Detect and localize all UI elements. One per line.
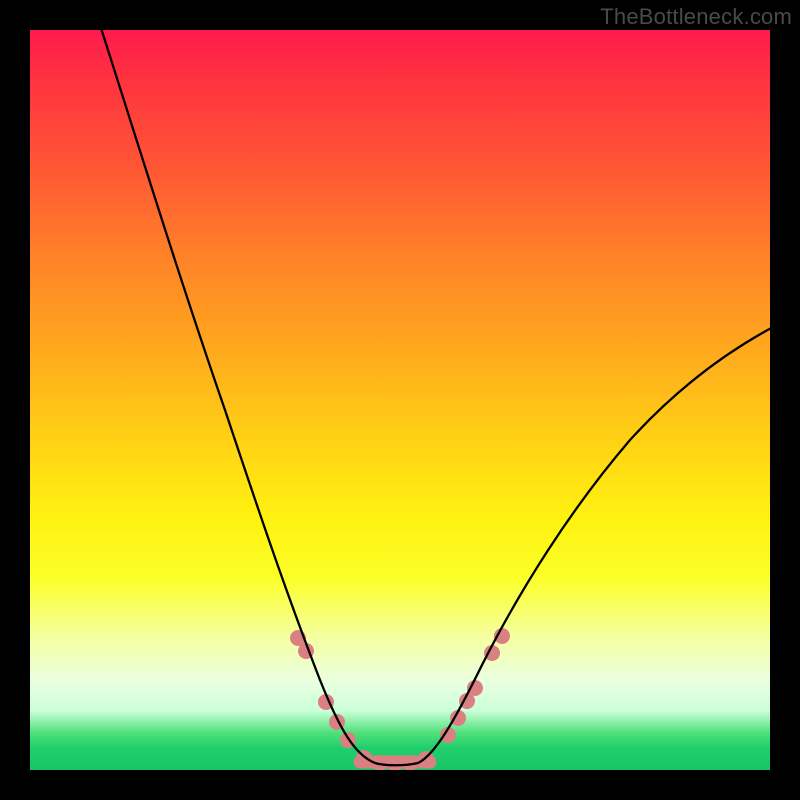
plot-area (30, 30, 770, 770)
curve-layer (30, 30, 770, 770)
watermark-text: TheBottleneck.com (600, 4, 792, 30)
chart-frame: TheBottleneck.com (0, 0, 800, 800)
left-curve (100, 30, 375, 763)
